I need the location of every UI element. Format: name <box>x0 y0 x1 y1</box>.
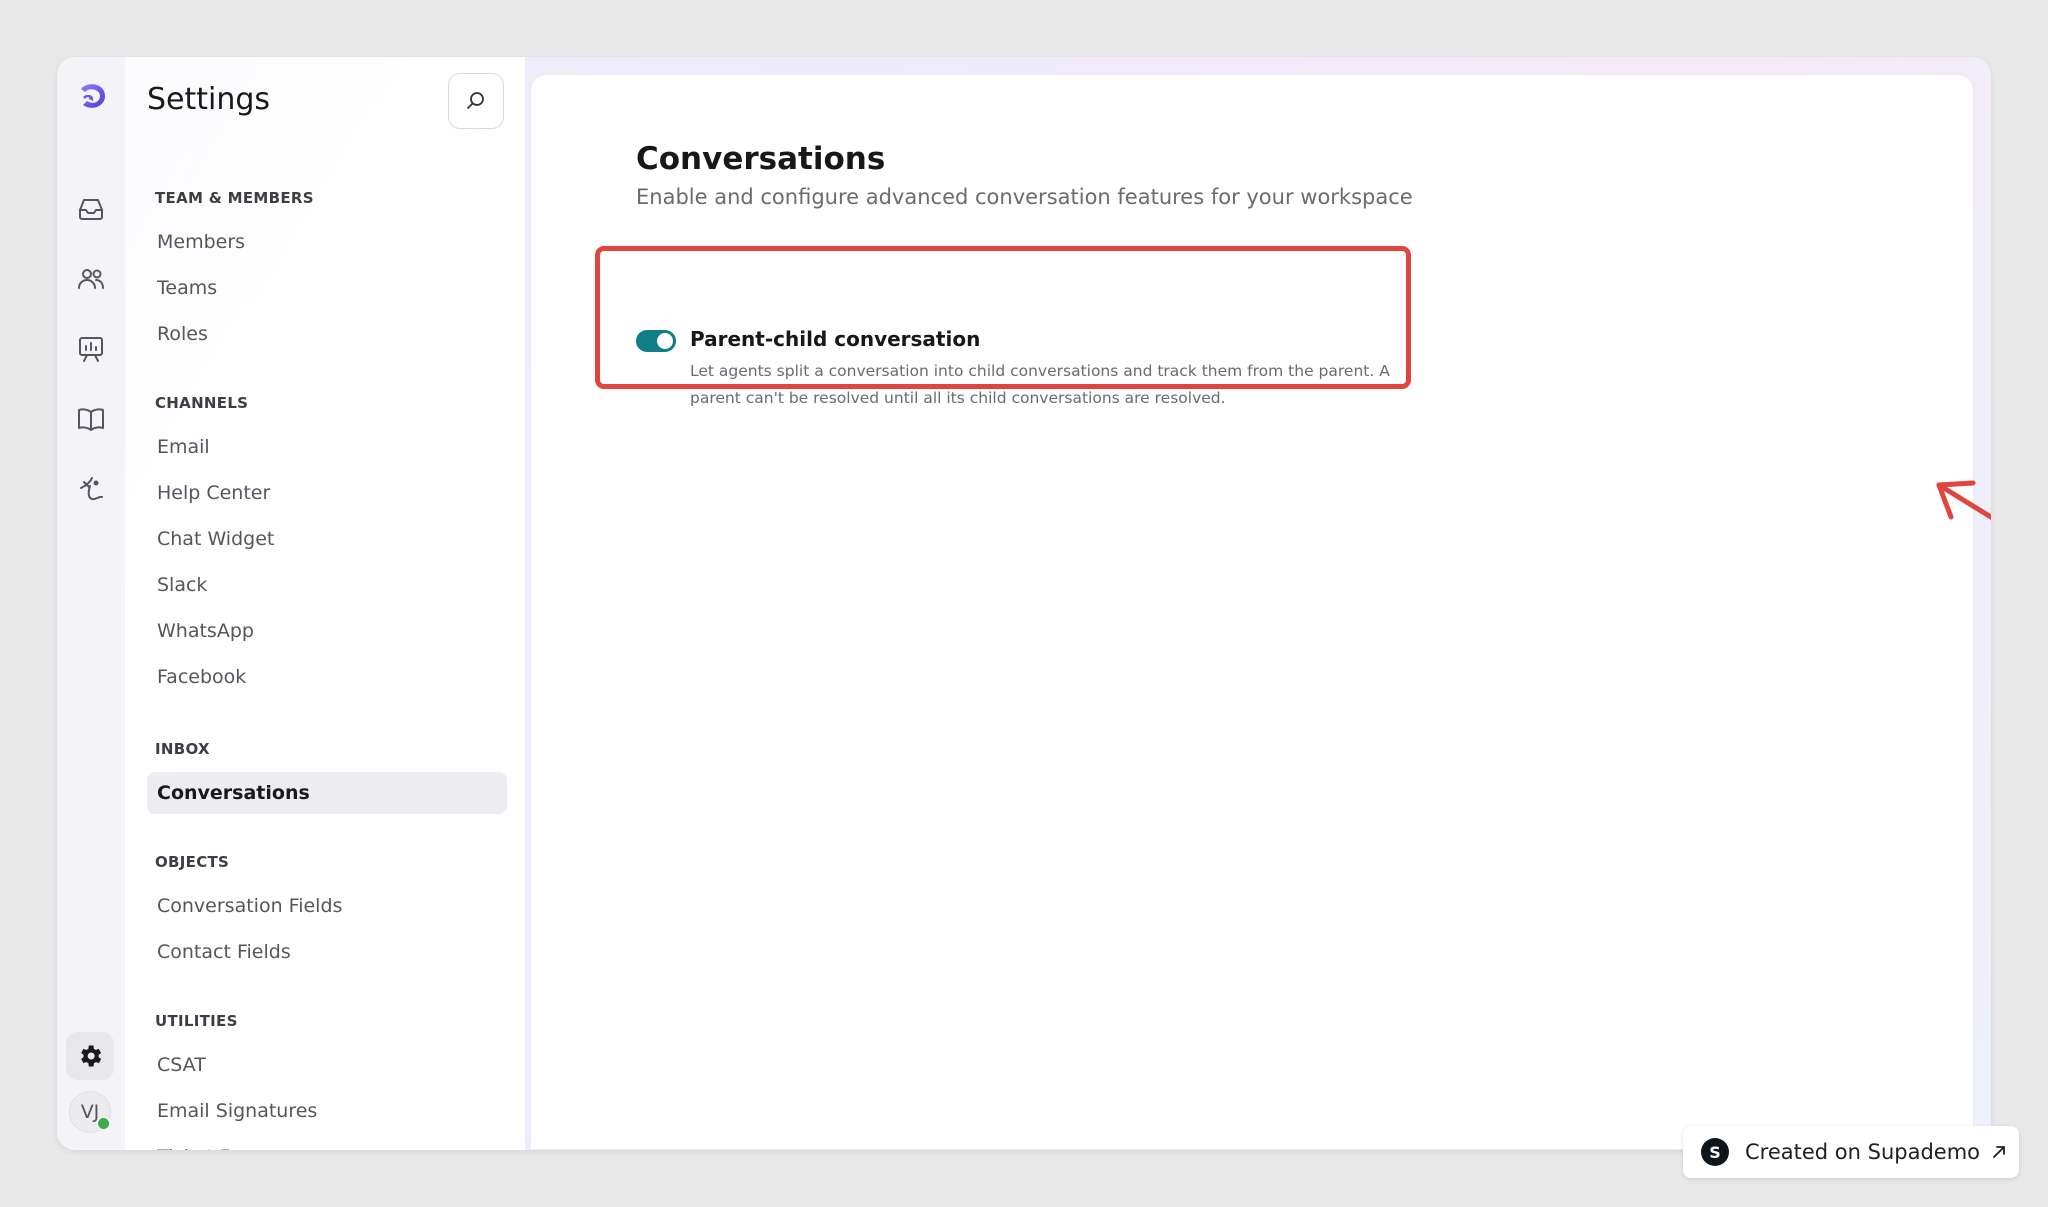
sidebar-item-email-signatures[interactable]: Email Signatures <box>147 1090 507 1132</box>
page-title: Conversations <box>636 141 886 177</box>
supademo-logo-icon: S <box>1701 1138 1729 1166</box>
analytics-icon[interactable] <box>73 331 109 367</box>
badge-text: Created on Supademo <box>1745 1140 1981 1164</box>
users-icon[interactable] <box>73 261 109 297</box>
nav-group-title: UTILITIES <box>155 1012 238 1030</box>
feature-title: Parent-child conversation <box>690 327 981 351</box>
sidebar-item-facebook[interactable]: Facebook <box>147 656 507 698</box>
sidebar-item-teams[interactable]: Teams <box>147 267 507 309</box>
nav-group-inbox: INBOX Conversations <box>147 738 507 818</box>
sidebar-item-members[interactable]: Members <box>147 221 507 263</box>
sidebar-item-help-center[interactable]: Help Center <box>147 472 507 514</box>
supademo-badge[interactable]: S Created on Supademo <box>1683 1126 2019 1178</box>
app-window: VJ Settings TEAM & MEMBERS Members Teams… <box>57 57 1991 1150</box>
nav-group-utilities: UTILITIES CSAT Email Signatures Ticket F… <box>147 1010 507 1150</box>
gear-icon <box>81 1045 102 1067</box>
sidebar-item-slack[interactable]: Slack <box>147 564 507 606</box>
nav-group-objects: OBJECTS Conversation Fields Contact Fiel… <box>147 851 507 977</box>
sidebar-item-roles[interactable]: Roles <box>147 313 507 355</box>
sidebar-item-conversations[interactable]: Conversations <box>147 772 507 814</box>
knowledge-book-icon[interactable] <box>73 401 109 437</box>
sidebar-item-csat[interactable]: CSAT <box>147 1044 507 1086</box>
app-logo-icon[interactable] <box>73 77 111 115</box>
feature-description: Let agents split a conversation into chi… <box>690 362 1390 407</box>
sidebar-item-chat-widget[interactable]: Chat Widget <box>147 518 507 560</box>
sidebar-item-contact-fields[interactable]: Contact Fields <box>147 931 507 973</box>
parent-child-toggle[interactable] <box>636 330 676 352</box>
external-link-icon <box>1993 1146 2005 1158</box>
sidebar-item-whatsapp[interactable]: WhatsApp <box>147 610 507 652</box>
nav-group-channels: CHANNELS Email Help Center Chat Widget S… <box>147 392 507 702</box>
sidebar-item-conversation-fields[interactable]: Conversation Fields <box>147 885 507 927</box>
icon-rail: VJ <box>57 57 126 1150</box>
user-avatar[interactable]: VJ <box>69 1091 111 1133</box>
sidebar-item-ticket-forms[interactable]: Ticket Forms <box>147 1136 507 1150</box>
nav-group-title: OBJECTS <box>155 853 230 871</box>
nav-group-team-members: TEAM & MEMBERS Members Teams Roles <box>147 187 507 359</box>
settings-sidebar: Settings TEAM & MEMBERS Members Teams Ro… <box>125 57 525 1150</box>
page-subtitle: Enable and configure advanced conversati… <box>636 185 1413 209</box>
sidebar-item-email[interactable]: Email <box>147 426 507 468</box>
nav-group-title: CHANNELS <box>155 394 249 412</box>
inbox-icon[interactable] <box>73 191 109 227</box>
toggle-knob <box>657 333 673 349</box>
settings-button[interactable] <box>66 1032 114 1080</box>
search-icon <box>467 92 484 109</box>
nav-group-title: INBOX <box>155 740 210 758</box>
main-content: Conversations Enable and configure advan… <box>530 74 1991 1150</box>
sidebar-title: Settings <box>147 82 271 117</box>
ai-agent-icon[interactable] <box>73 471 109 507</box>
online-status-dot <box>96 1116 111 1131</box>
nav-group-title: TEAM & MEMBERS <box>155 189 314 207</box>
sidebar-search-button[interactable] <box>448 73 504 129</box>
annotation-arrow-icon <box>1936 480 1991 521</box>
